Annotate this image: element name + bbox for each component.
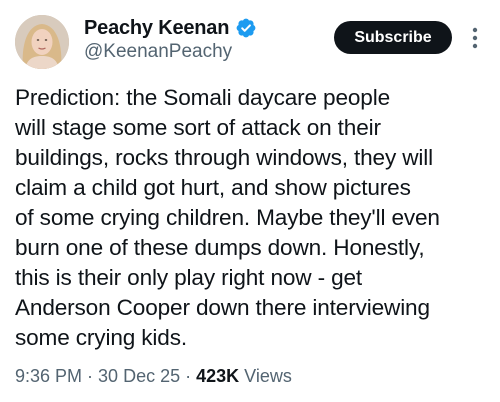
verified-badge-icon[interactable] bbox=[235, 17, 257, 39]
separator: · bbox=[87, 366, 94, 386]
author-name-row: Peachy Keenan bbox=[84, 15, 257, 41]
tweet-card: Peachy Keenan @KeenanPeachy Subscribe Pr… bbox=[0, 0, 500, 402]
views-count[interactable]: 423K bbox=[196, 366, 239, 387]
tweet-metadata: 9:36 PM · 30 Dec 25 · 423K Views bbox=[15, 366, 292, 387]
tweet-time[interactable]: 9:36 PM bbox=[15, 366, 82, 387]
subscribe-button[interactable]: Subscribe bbox=[334, 21, 452, 54]
separator: · bbox=[185, 366, 192, 386]
author-handle[interactable]: @KeenanPeachy bbox=[84, 41, 232, 63]
tweet-date[interactable]: 30 Dec 25 bbox=[98, 366, 180, 387]
avatar[interactable] bbox=[15, 15, 69, 69]
more-vertical-icon[interactable] bbox=[468, 24, 482, 52]
display-name[interactable]: Peachy Keenan bbox=[84, 17, 229, 40]
views-label[interactable]: Views bbox=[244, 366, 292, 387]
tweet-text: Prediction: the Somali daycare people wi… bbox=[15, 85, 440, 350]
